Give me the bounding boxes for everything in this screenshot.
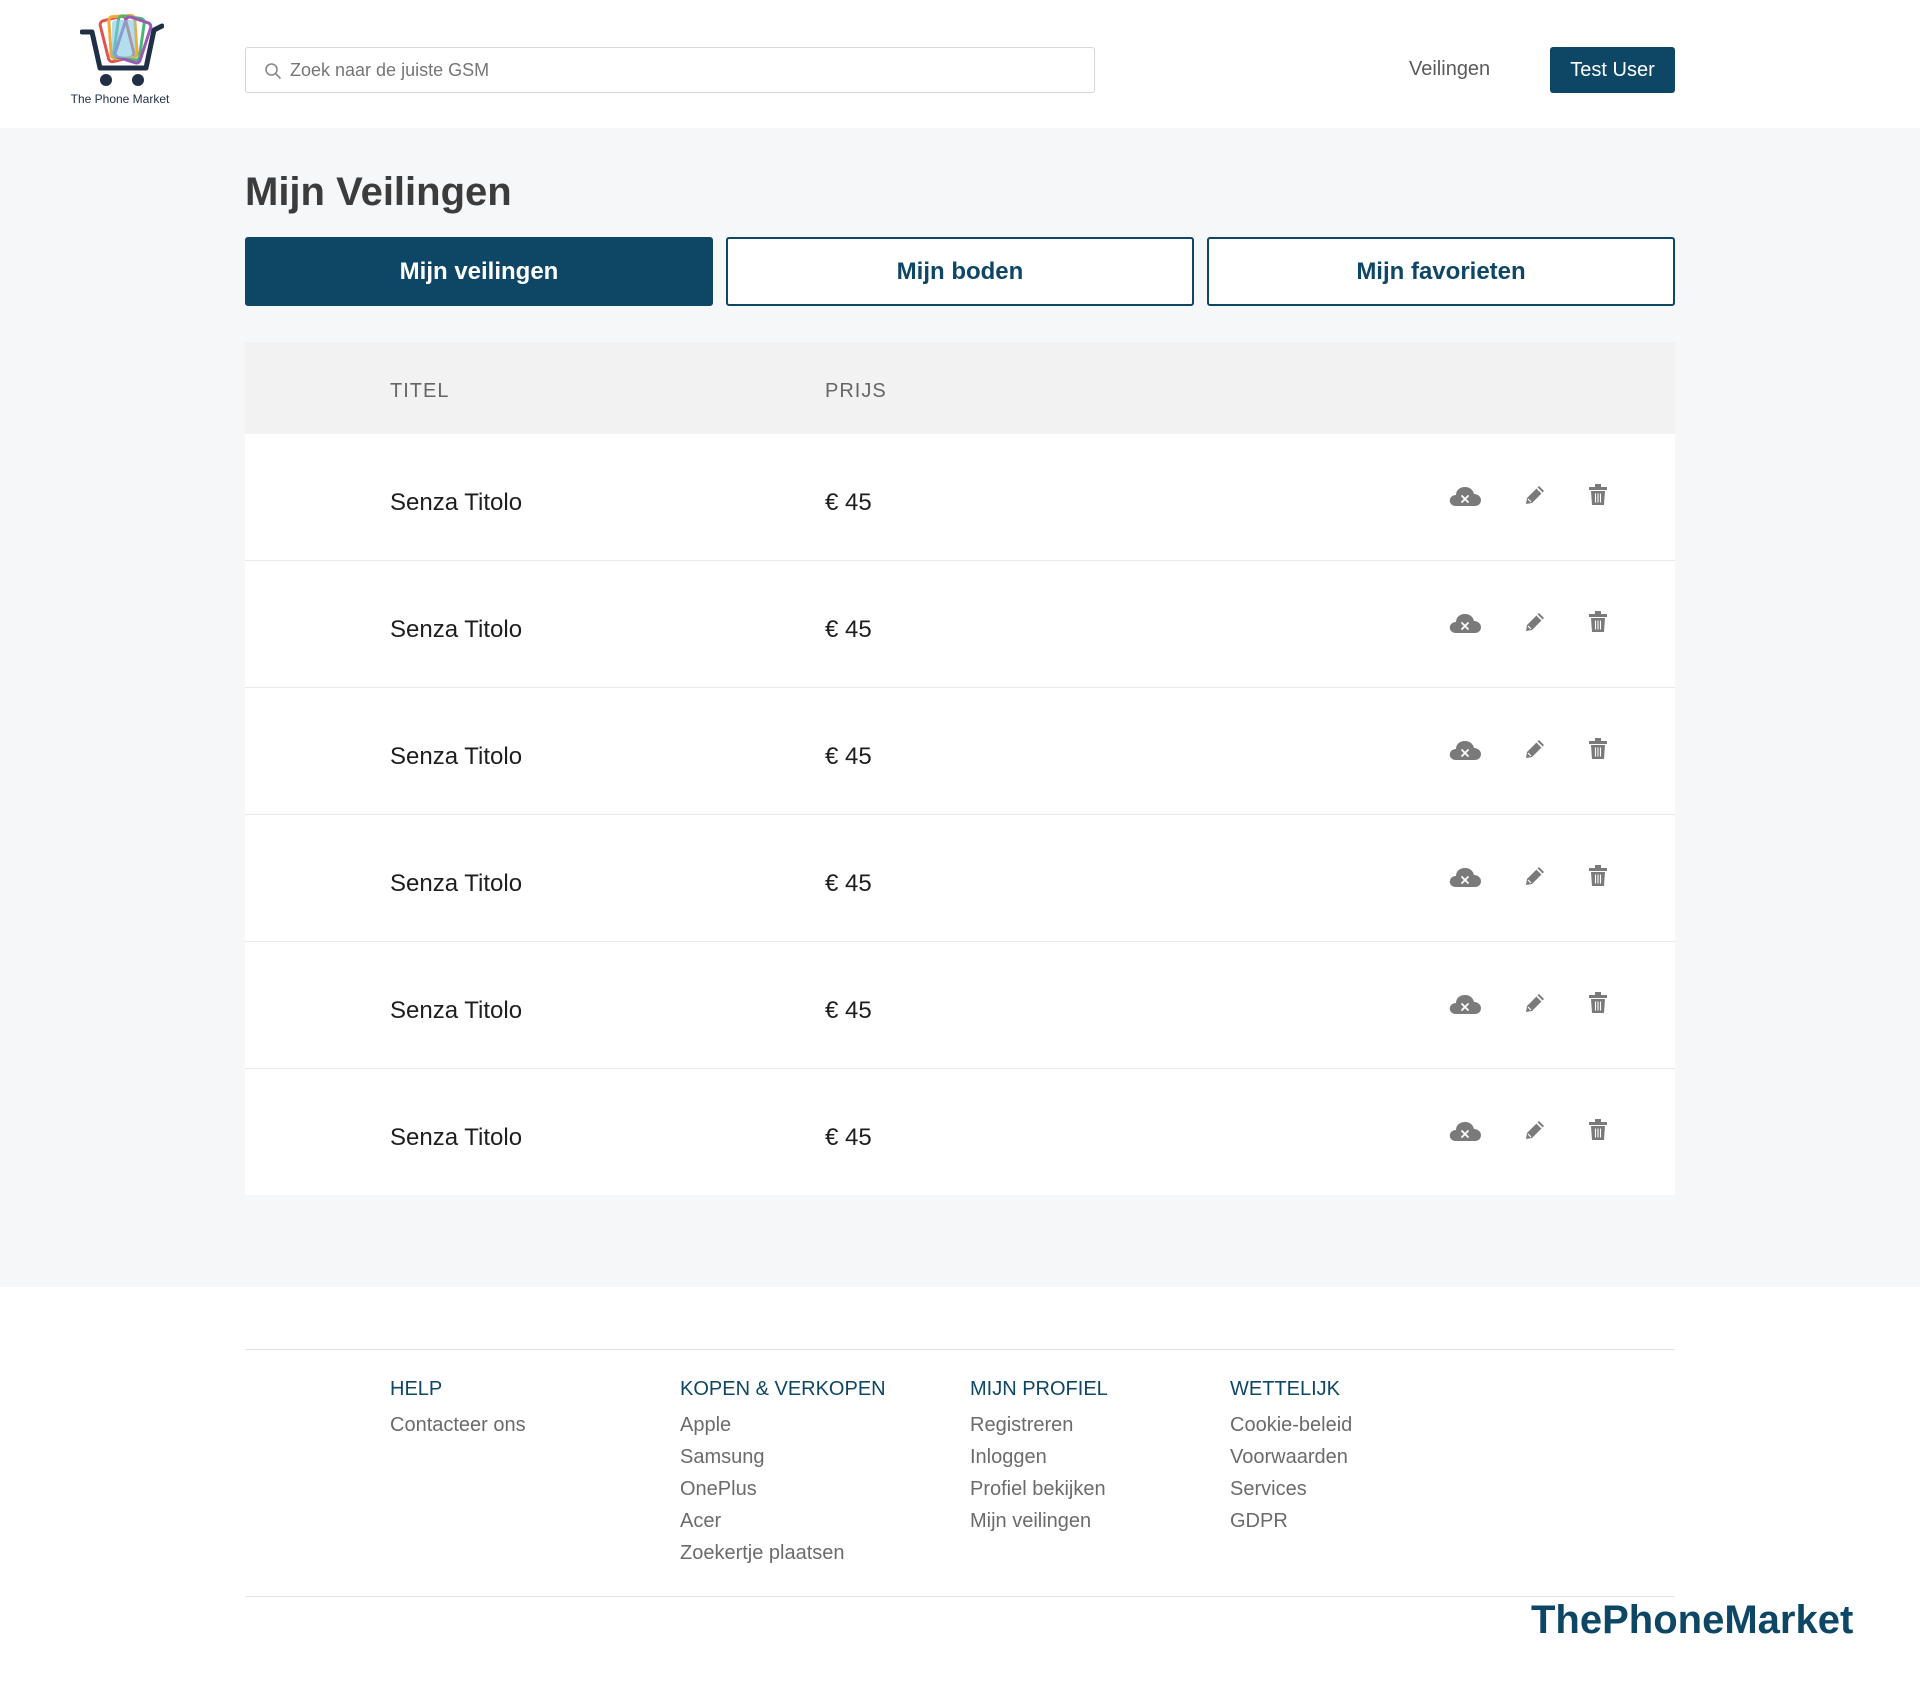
footer-column-wettelijk: WETTELIJK Cookie-beleid Voorwaarden Serv… (1230, 1378, 1352, 1537)
search-bar (245, 47, 1095, 93)
search-input[interactable] (290, 48, 1080, 92)
table-row: Senza Titolo € 45 (245, 434, 1675, 561)
trash-icon (1589, 611, 1607, 632)
footer-column-kopen-verkopen: KOPEN & VERKOPEN Apple Samsung OnePlus A… (680, 1378, 886, 1569)
trash-icon (1589, 992, 1607, 1013)
trash-icon (1589, 865, 1607, 886)
footer-link-cookie-beleid[interactable]: Cookie-beleid (1230, 1409, 1352, 1441)
delete-button[interactable] (1589, 738, 1607, 764)
pencil-icon (1526, 1121, 1544, 1139)
footer-link-acer[interactable]: Acer (680, 1505, 886, 1537)
footer-link-profiel-bekijken[interactable]: Profiel bekijken (970, 1473, 1108, 1505)
logo[interactable]: The Phone Market (68, 14, 172, 108)
tab-mijn-veilingen[interactable]: Mijn veilingen (245, 237, 713, 306)
edit-button[interactable] (1524, 484, 1546, 510)
footer-brand: ThePhoneMarket (1531, 1598, 1854, 1642)
auction-title: Senza Titolo (390, 616, 523, 643)
footer-heading: MIJN PROFIEL (970, 1378, 1108, 1400)
footer-heading: HELP (390, 1378, 443, 1400)
footer-heading: WETTELIJK (1230, 1378, 1341, 1400)
unpublish-button[interactable] (1448, 484, 1482, 510)
table-row: Senza Titolo € 45 (245, 688, 1675, 815)
delete-button[interactable] (1589, 484, 1607, 510)
footer-column-mijn-profiel: MIJN PROFIEL Registreren Inloggen Profie… (970, 1378, 1108, 1537)
auction-title: Senza Titolo (390, 997, 523, 1024)
cloud-offline-icon (1449, 614, 1481, 633)
trash-icon (1589, 1119, 1607, 1140)
auctions-table: TITEL PRIJS Senza Titolo € 45 Senza Titolo… (245, 342, 1675, 1195)
auction-price: € 45 (825, 616, 872, 643)
auction-price: € 45 (825, 1124, 872, 1151)
footer-link-contact[interactable]: Contacteer ons (390, 1409, 526, 1441)
table-row: Senza Titolo € 45 (245, 561, 1675, 688)
edit-button[interactable] (1524, 611, 1546, 637)
trash-icon (1589, 484, 1607, 505)
pencil-icon (1526, 486, 1544, 504)
footer-link-voorwaarden[interactable]: Voorwaarden (1230, 1441, 1352, 1473)
auction-title: Senza Titolo (390, 743, 523, 770)
table-row: Senza Titolo € 45 (245, 942, 1675, 1069)
footer-link-apple[interactable]: Apple (680, 1409, 886, 1441)
column-header-price: PRIJS (825, 380, 887, 402)
shopping-cart-phones-icon (80, 14, 164, 86)
pencil-icon (1526, 867, 1544, 885)
search-icon (265, 63, 281, 79)
cloud-offline-icon (1449, 1122, 1481, 1141)
header: The Phone Market Veilingen Test User (0, 0, 1920, 128)
edit-button[interactable] (1524, 992, 1546, 1018)
footer-column-help: HELP Contacteer ons (390, 1378, 526, 1441)
footer-link-inloggen[interactable]: Inloggen (970, 1441, 1108, 1473)
tab-mijn-boden[interactable]: Mijn boden (726, 237, 1194, 306)
table-row: Senza Titolo € 45 (245, 815, 1675, 942)
cloud-offline-icon (1449, 487, 1481, 506)
trash-icon (1589, 738, 1607, 759)
footer-divider-bottom (245, 1596, 1675, 1597)
cloud-offline-icon (1449, 868, 1481, 887)
cloud-offline-icon (1449, 741, 1481, 760)
footer-heading: KOPEN & VERKOPEN (680, 1378, 886, 1400)
table-body: Senza Titolo € 45 Senza Titolo € 45 Senza Ti… (245, 434, 1675, 1195)
auction-price: € 45 (825, 997, 872, 1024)
unpublish-button[interactable] (1448, 992, 1482, 1018)
footer-link-mijn-veilingen[interactable]: Mijn veilingen (970, 1505, 1108, 1537)
footer-link-samsung[interactable]: Samsung (680, 1441, 886, 1473)
cloud-offline-icon (1449, 995, 1481, 1014)
auction-price: € 45 (825, 489, 872, 516)
column-header-title: TITEL (390, 380, 450, 402)
edit-button[interactable] (1524, 1119, 1546, 1145)
pencil-icon (1526, 994, 1544, 1012)
footer-link-services[interactable]: Services (1230, 1473, 1352, 1505)
logo-text: The Phone Market (70, 92, 170, 106)
page-title: Mijn Veilingen (245, 170, 512, 214)
main-content: Mijn Veilingen Mijn veilingen Mijn boden… (0, 128, 1920, 1287)
footer-divider-top (245, 1349, 1675, 1350)
auction-title: Senza Titolo (390, 870, 523, 897)
nav-link-veilingen[interactable]: Veilingen (1409, 58, 1490, 81)
footer-link-zoekertje-plaatsen[interactable]: Zoekertje plaatsen (680, 1537, 886, 1569)
delete-button[interactable] (1589, 865, 1607, 891)
unpublish-button[interactable] (1448, 611, 1482, 637)
table-header: TITEL PRIJS (245, 342, 1675, 434)
unpublish-button[interactable] (1448, 738, 1482, 764)
footer: HELP Contacteer ons KOPEN & VERKOPEN App… (0, 1287, 1920, 1699)
edit-button[interactable] (1524, 738, 1546, 764)
auction-title: Senza Titolo (390, 489, 523, 516)
tab-mijn-favorieten[interactable]: Mijn favorieten (1207, 237, 1675, 306)
delete-button[interactable] (1589, 1119, 1607, 1145)
user-menu-button[interactable]: Test User (1550, 47, 1675, 93)
footer-link-gdpr[interactable]: GDPR (1230, 1505, 1352, 1537)
delete-button[interactable] (1589, 611, 1607, 637)
pencil-icon (1526, 613, 1544, 631)
auction-price: € 45 (825, 743, 872, 770)
auction-price: € 45 (825, 870, 872, 897)
edit-button[interactable] (1524, 865, 1546, 891)
delete-button[interactable] (1589, 992, 1607, 1018)
auction-title: Senza Titolo (390, 1124, 523, 1151)
footer-link-registreren[interactable]: Registreren (970, 1409, 1108, 1441)
unpublish-button[interactable] (1448, 1119, 1482, 1145)
pencil-icon (1526, 740, 1544, 758)
footer-link-oneplus[interactable]: OnePlus (680, 1473, 886, 1505)
unpublish-button[interactable] (1448, 865, 1482, 891)
table-row: Senza Titolo € 45 (245, 1069, 1675, 1195)
